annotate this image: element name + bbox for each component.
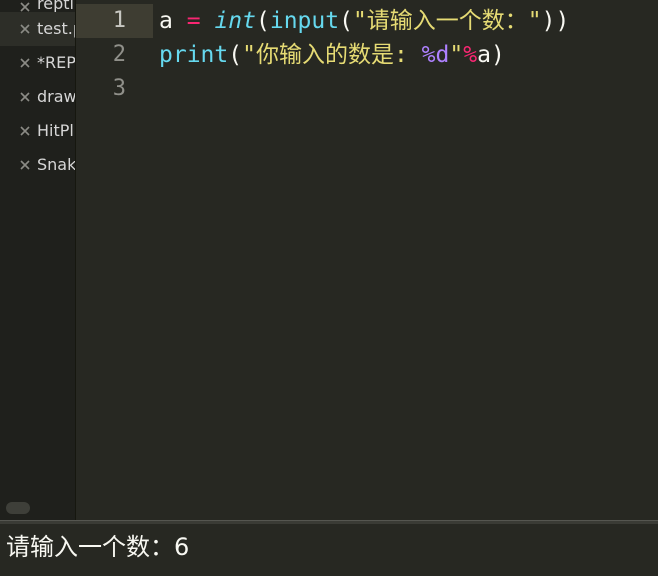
paren-token: )) (541, 8, 570, 34)
sidebar-item-label: draw (37, 87, 75, 106)
string-token: "请输入一个数：" (352, 8, 542, 34)
string-token: "你输入的数是: (242, 42, 422, 68)
sidebar-item-snak[interactable]: Snak (0, 148, 75, 182)
line-number-gutter: 1 2 3 (76, 4, 152, 106)
close-icon[interactable] (20, 92, 30, 102)
sidebar-scrollbar[interactable] (6, 502, 30, 514)
sidebar-item-label: HitPl (37, 121, 74, 140)
operator-token: = (186, 8, 201, 34)
close-icon[interactable] (20, 24, 30, 34)
code-editor[interactable]: 1 2 3 a = int(input("请输入一个数：")) print("你… (76, 0, 658, 520)
line-number: 3 (112, 76, 126, 101)
sublime-window: repti test.p *REP draw HitPl (0, 0, 658, 576)
close-icon[interactable] (20, 2, 30, 12)
sidebar-item-label: Snak (37, 155, 75, 174)
sidebar-item-repti[interactable]: repti (0, 0, 75, 12)
sidebar-item-test[interactable]: test.p (0, 12, 75, 46)
paren-token: ( (255, 8, 270, 34)
code-area[interactable]: a = int(input("请输入一个数：")) print("你输入的数是:… (159, 4, 658, 106)
paren-token: ( (228, 42, 243, 68)
close-icon[interactable] (20, 126, 30, 136)
sidebar-item-repl[interactable]: *REP (0, 46, 75, 80)
paren-token: ) (490, 42, 505, 68)
paren-token: ( (339, 8, 353, 34)
open-files-sidebar: repti test.p *REP draw HitPl (0, 0, 76, 520)
variable-token: a (477, 42, 491, 68)
code-line-2[interactable]: print("你输入的数是: %d"%a) (159, 38, 658, 72)
code-line-3[interactable] (159, 72, 658, 106)
console-output: 请输入一个数：6 (6, 533, 190, 561)
line-number: 2 (112, 42, 126, 67)
sidebar-item-draw[interactable]: draw (0, 80, 75, 114)
string-token: " (449, 42, 464, 68)
function-token: input (269, 8, 340, 34)
function-token: print (159, 42, 229, 68)
format-token: %d (421, 42, 450, 68)
sidebar-item-label: *REP (37, 53, 75, 72)
close-icon[interactable] (20, 160, 30, 170)
sidebar-item-hitpl[interactable]: HitPl (0, 114, 75, 148)
console-panel[interactable]: 请输入一个数：6 (0, 524, 658, 576)
sidebar-item-label: repti (37, 0, 74, 12)
variable-token: a (159, 8, 173, 34)
builtin-token: int (214, 8, 256, 34)
close-icon[interactable] (20, 58, 30, 68)
line-number: 1 (112, 8, 126, 33)
code-line-1[interactable]: a = int(input("请输入一个数：")) (159, 4, 658, 38)
sidebar-item-label: test.p (37, 19, 75, 38)
operator-token: % (463, 42, 478, 68)
